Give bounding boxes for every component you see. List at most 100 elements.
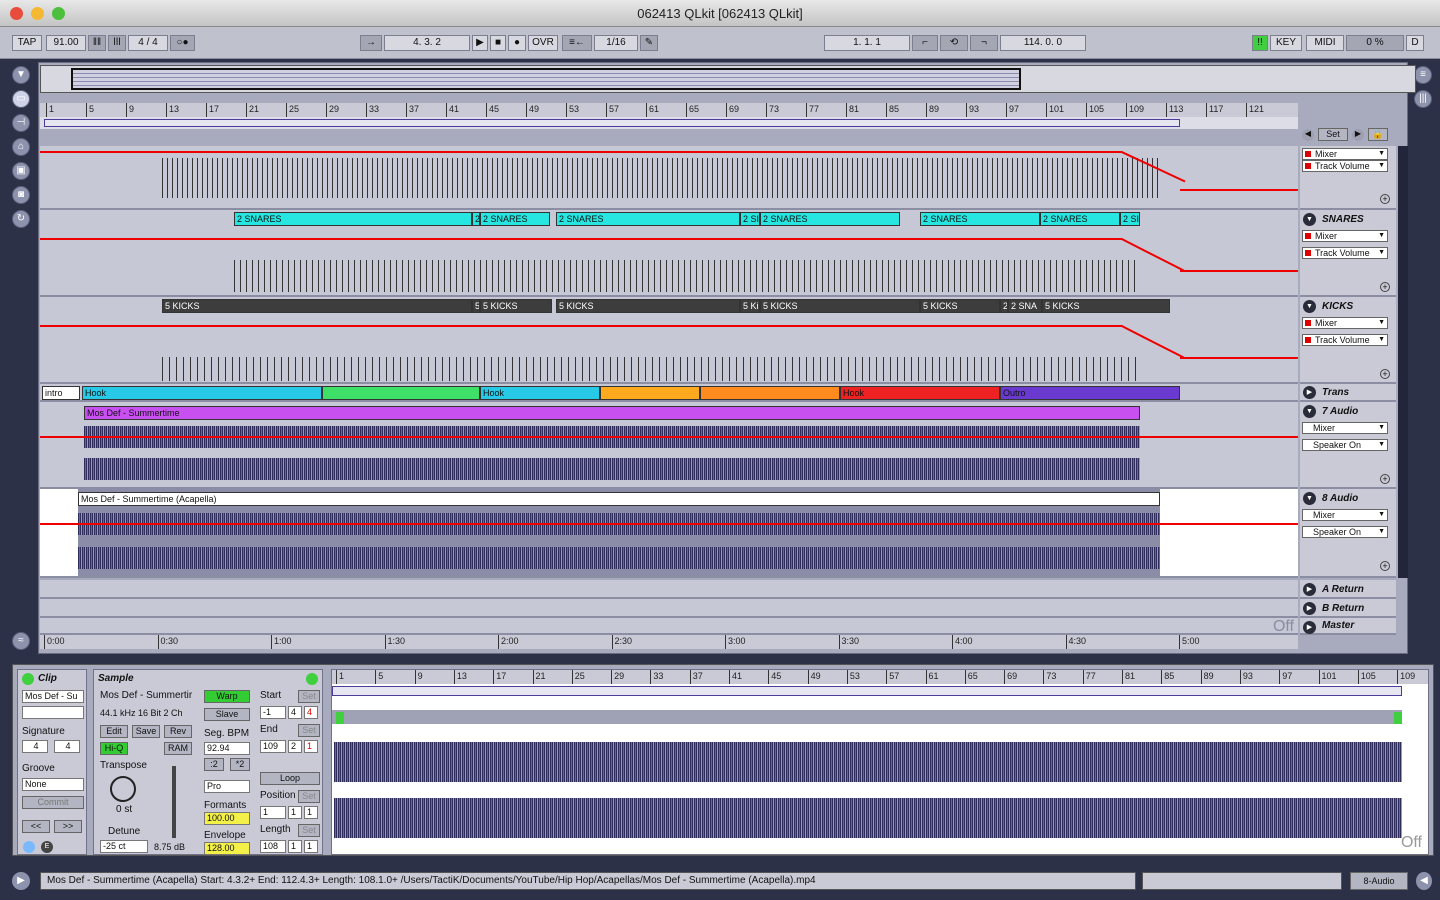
loop-button[interactable]: Loop: [260, 772, 320, 785]
lock-icon[interactable]: 🔒: [1368, 128, 1388, 141]
clip[interactable]: 5 KICKS: [1042, 299, 1170, 313]
end-bar[interactable]: 109: [260, 740, 286, 753]
master-lane[interactable]: Off: [40, 618, 1298, 635]
refresh-icon[interactable]: ↻: [12, 210, 30, 228]
set-end-button[interactable]: Set: [298, 724, 320, 737]
expand-icon[interactable]: ▶: [1303, 602, 1316, 615]
song-position-field[interactable]: 4. 3. 2: [384, 35, 470, 51]
tempo-field[interactable]: 91.00: [46, 35, 86, 51]
clip[interactable]: 2 SNARES: [234, 212, 472, 226]
clip[interactable]: 2 SNARES: [1040, 212, 1120, 226]
show-detail-icon[interactable]: ▶: [12, 872, 30, 890]
position-bar[interactable]: 1: [260, 806, 286, 819]
length-beat[interactable]: 1: [288, 840, 302, 853]
clip[interactable]: Mos Def - Summertime (Acapella): [78, 492, 1160, 506]
overview-bar[interactable]: [40, 65, 1416, 93]
groove-select[interactable]: None: [22, 778, 84, 791]
clip[interactable]: 5: [472, 299, 480, 313]
device-browser-icon[interactable]: ▭: [12, 90, 30, 108]
clip[interactable]: 2: [472, 212, 480, 226]
b-return-lane[interactable]: [40, 599, 1298, 618]
gain-slider[interactable]: [172, 766, 176, 838]
device-select[interactable]: Mixer ▼: [1302, 148, 1388, 160]
hats-lane[interactable]: [40, 146, 1298, 210]
punch-in-icon[interactable]: ⌐: [912, 35, 938, 51]
stop-icon[interactable]: ■: [490, 35, 506, 51]
play-icon[interactable]: ▶: [472, 35, 488, 51]
param-select[interactable]: Track Volume ▼: [1302, 160, 1388, 172]
clip[interactable]: Mos Def - Summertime: [84, 406, 1140, 420]
automation-line-end[interactable]: [1180, 189, 1298, 191]
disk-icon[interactable]: ◙: [12, 186, 30, 204]
fold-icon[interactable]: ▼: [1303, 300, 1316, 313]
clip-activator-icon[interactable]: [22, 673, 34, 685]
envelope-icon[interactable]: E: [41, 841, 53, 853]
browser-toggle-icon[interactable]: ▼: [12, 66, 30, 84]
add-lane-icon[interactable]: +: [1380, 561, 1390, 571]
session-view-icon[interactable]: ≡: [1414, 66, 1432, 84]
clip[interactable]: Hook: [480, 386, 600, 400]
clip-color-select[interactable]: [22, 706, 84, 719]
prev-locator-icon[interactable]: ◀: [1302, 129, 1314, 141]
next-locator-icon[interactable]: ▶: [1352, 129, 1364, 141]
clip[interactable]: 5 KICKS: [920, 299, 1000, 313]
fold-icon[interactable]: ▼: [1303, 405, 1316, 418]
expand-icon[interactable]: ▶: [1303, 583, 1316, 596]
transpose-knob[interactable]: [110, 776, 136, 802]
audio7-lane[interactable]: Mos Def - Summertime: [40, 402, 1298, 489]
clip[interactable]: [600, 386, 700, 400]
clip[interactable]: 2 SI: [740, 212, 760, 226]
position-beat[interactable]: 1: [288, 806, 302, 819]
clip[interactable]: [700, 386, 840, 400]
set-start-button[interactable]: Set: [298, 690, 320, 703]
places-icon[interactable]: ⌂: [12, 138, 30, 156]
formants-field[interactable]: 100.00: [204, 812, 250, 825]
add-lane-icon[interactable]: +: [1380, 474, 1390, 484]
length-bar[interactable]: 108: [260, 840, 286, 853]
next-clip-button[interactable]: >>: [54, 820, 82, 833]
midi-map-button[interactable]: MIDI: [1306, 35, 1344, 51]
track-name-display[interactable]: 8-Audio: [1350, 872, 1408, 890]
device-select[interactable]: Mixer ▼: [1302, 317, 1388, 329]
ram-button[interactable]: RAM: [164, 742, 192, 755]
clip[interactable]: 5 KICKS: [480, 299, 552, 313]
position-sixteenth[interactable]: 1: [304, 806, 318, 819]
clip[interactable]: intro: [42, 386, 80, 400]
time-ruler[interactable]: 0:00 0:30 1:00 1:30 2:00 2:30 3:00 3:30 4:00 4:30…: [40, 635, 1298, 649]
sample-editor[interactable]: 1 5 9 13 17 21 25 29 33 37 41 45 49 53 57 61 65 69 73 77 81 8…: [331, 669, 1429, 855]
overdub-button[interactable]: OVR: [528, 35, 558, 51]
warp-marker-bar[interactable]: [332, 710, 1402, 724]
slave-button[interactable]: Slave: [204, 708, 250, 721]
device-select[interactable]: Mixer ▼: [1302, 422, 1388, 434]
clip[interactable]: [322, 386, 480, 400]
loop-length-field[interactable]: 114. 0. 0: [1000, 35, 1086, 51]
end-beat[interactable]: 2: [288, 740, 302, 753]
loop-switch-icon[interactable]: ⟲: [940, 35, 968, 51]
param-select[interactable]: Speaker On ▼: [1302, 526, 1388, 538]
detune-field[interactable]: -25 ct: [100, 840, 148, 853]
sample-arrow-icon[interactable]: [306, 673, 318, 685]
param-select[interactable]: Track Volume ▼: [1302, 334, 1388, 346]
tap-button[interactable]: TAP: [12, 35, 42, 51]
set-length-button[interactable]: Set: [298, 824, 320, 837]
device-select[interactable]: Mixer ▼: [1302, 230, 1388, 242]
clip[interactable]: 2 SNARES: [556, 212, 740, 226]
end-sixteenth[interactable]: 1: [304, 740, 318, 753]
param-select[interactable]: Track Volume ▼: [1302, 247, 1388, 259]
commit-button[interactable]: Commit: [22, 796, 84, 809]
sample-loop-brace[interactable]: [332, 686, 1402, 696]
expand-icon[interactable]: ▶: [1303, 386, 1316, 399]
expand-icon[interactable]: ▶: [1303, 621, 1316, 634]
nudge-up-icon[interactable]: ǀǀǀ: [108, 35, 126, 51]
quantize-select[interactable]: 1/16: [594, 35, 638, 51]
record-icon[interactable]: ●: [508, 35, 526, 51]
draw-mode-icon[interactable]: ✎: [640, 35, 658, 51]
start-beat[interactable]: 4: [288, 706, 302, 719]
end-marker-icon[interactable]: [1394, 712, 1402, 724]
clip[interactable]: 2: [1000, 299, 1008, 313]
clip[interactable]: Hook: [82, 386, 322, 400]
clip[interactable]: 5 KICKS: [556, 299, 740, 313]
trans-lane[interactable]: intro Hook Hook Hook Outro: [40, 384, 1298, 402]
key-map-button[interactable]: KEY: [1270, 35, 1302, 51]
loop-start-field[interactable]: 1. 1. 1: [824, 35, 910, 51]
